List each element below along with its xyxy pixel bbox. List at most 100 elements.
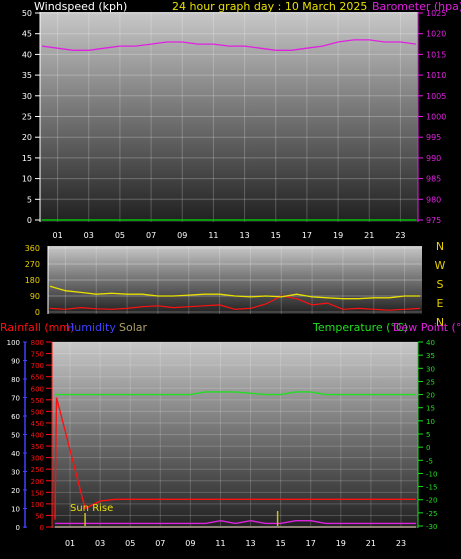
- rainfall-tick-label: 800: [31, 339, 44, 347]
- humidity-tick-label: 20: [11, 487, 20, 495]
- direction-tick-label: 0: [35, 308, 40, 317]
- direction-tick-label: 360: [25, 244, 40, 253]
- rainfall-tick-label: 50: [35, 512, 44, 520]
- windspeed-tick-label: 20: [22, 133, 32, 142]
- temperature-tick-label: -30: [426, 523, 437, 531]
- sunrise-annotation: Sun Rise: [70, 503, 113, 514]
- legend-humidity: Humidity: [66, 321, 116, 334]
- humidity-tick-label: 100: [7, 339, 20, 347]
- x-tick-label: 23: [395, 231, 405, 240]
- rainfall-tick-label: 250: [31, 466, 44, 474]
- temperature-tick-label: -10: [426, 470, 437, 478]
- temperature-tick-label: -15: [426, 484, 437, 492]
- wind-direction-axis-ticks: 0 90 180 270 360: [25, 244, 49, 317]
- direction-tick-label: 180: [25, 276, 40, 285]
- temperature-tick-label: 20: [426, 392, 435, 400]
- rainfall-tick-label: 650: [31, 374, 44, 382]
- windspeed-tick-label: 0: [27, 216, 32, 225]
- rainfall-tick-label: 400: [31, 432, 44, 440]
- x-tick-label: 21: [366, 539, 376, 548]
- rainfall-tick-label: 500: [31, 408, 44, 416]
- weather-charts: Windspeed (kph) 24 hour graph day : 10 M…: [0, 0, 461, 548]
- windspeed-tick-label: 40: [22, 50, 32, 59]
- x-tick-label: 03: [84, 231, 94, 240]
- compass-letter: E: [437, 297, 444, 310]
- barometer-tick-label: 1025: [426, 9, 446, 18]
- legend-rainfall: Rainfall (mm): [0, 321, 74, 334]
- compass-letter: W: [435, 259, 446, 272]
- compass-letter: S: [437, 278, 444, 291]
- windspeed-tick-label: 5: [27, 195, 32, 204]
- barometer-tick-label: 985: [426, 175, 441, 184]
- barometer-axis-title: Barometer (hpa): [372, 0, 461, 13]
- x-tick-label: 03: [95, 539, 105, 548]
- humidity-tick-label: 0: [16, 524, 20, 532]
- barometer-tick-label: 1005: [426, 92, 446, 101]
- x-tick-label: 07: [155, 539, 165, 548]
- temperature-axis-ticks: -30 -25 -20 -15 -10 -5 0 5 10 15 20 25 30 35 40: [417, 339, 437, 531]
- x-tick-label: 01: [65, 539, 75, 548]
- x-tick-label: 05: [125, 539, 135, 548]
- rainfall-tick-label: 0: [40, 524, 44, 532]
- humidity-tick-label: 50: [11, 432, 20, 440]
- humidity-tick-label: 60: [11, 413, 20, 421]
- compass-labels: NWSEN: [435, 240, 446, 329]
- humidity-tick-label: 80: [11, 376, 20, 384]
- panel-rain-temp-x-ticks: 01 03 05 07 09 11 13 15 17 19 21 23: [65, 539, 406, 548]
- rainfall-tick-label: 300: [31, 455, 44, 463]
- barometer-tick-label: 975: [426, 216, 441, 225]
- x-tick-label: 11: [215, 539, 225, 548]
- rainfall-tick-label: 450: [31, 420, 44, 428]
- weather-graph-page: Windspeed (kph) 24 hour graph day : 10 M…: [0, 0, 461, 555]
- rainfall-tick-label: 700: [31, 362, 44, 370]
- x-tick-label: 17: [302, 231, 312, 240]
- windspeed-tick-label: 35: [22, 71, 32, 80]
- compass-letter: N: [436, 240, 444, 253]
- panel-wind-baro-x-ticks: 01 03 05 07 09 11 13 15 17 19 21 23: [52, 231, 405, 240]
- rainfall-tick-label: 750: [31, 351, 44, 359]
- x-tick-label: 09: [177, 231, 187, 240]
- barometer-tick-label: 1015: [426, 50, 446, 59]
- barometer-tick-label: 990: [426, 154, 441, 163]
- legend-dew-point: Dew Point (°C): [393, 321, 461, 334]
- direction-tick-label: 270: [25, 260, 40, 269]
- chart-title: 24 hour graph day : 10 March 2025: [172, 0, 367, 13]
- x-tick-label: 01: [52, 231, 62, 240]
- x-tick-label: 19: [333, 231, 343, 240]
- humidity-tick-label: 10: [11, 506, 20, 514]
- rainfall-tick-label: 350: [31, 443, 44, 451]
- rainfall-tick-label: 150: [31, 489, 44, 497]
- temperature-tick-label: 30: [426, 365, 435, 373]
- x-tick-label: 17: [306, 539, 316, 548]
- windspeed-axis-title: Windspeed (kph): [34, 0, 127, 13]
- windspeed-tick-label: 15: [22, 154, 32, 163]
- x-tick-label: 07: [146, 231, 156, 240]
- x-tick-label: 21: [364, 231, 374, 240]
- temperature-tick-label: 35: [426, 352, 435, 360]
- humidity-tick-label: 90: [11, 358, 20, 366]
- barometer-tick-label: 1020: [426, 30, 446, 39]
- x-tick-label: 09: [185, 539, 195, 548]
- x-tick-label: 23: [396, 539, 406, 548]
- x-tick-label: 05: [115, 231, 125, 240]
- windspeed-tick-label: 25: [22, 113, 32, 122]
- x-tick-label: 19: [336, 539, 346, 548]
- x-tick-label: 13: [239, 231, 249, 240]
- barometer-tick-label: 1000: [426, 113, 446, 122]
- legend-solar: Solar: [119, 321, 148, 334]
- temperature-tick-label: 15: [426, 405, 435, 413]
- rainfall-tick-label: 200: [31, 478, 44, 486]
- humidity-tick-label: 40: [11, 450, 20, 458]
- rainfall-tick-label: 550: [31, 397, 44, 405]
- temperature-tick-label: -20: [426, 497, 437, 505]
- x-tick-label: 15: [271, 231, 281, 240]
- rainfall-axis-ticks: 0 50 100 150 200 250 300 350 400 450 500 550 600 650 7…: [31, 339, 53, 532]
- x-tick-label: 13: [245, 539, 255, 548]
- windspeed-axis-ticks: 0 5 10 15 20 25 30 35 40 45 50: [22, 9, 41, 225]
- direction-tick-label: 90: [30, 292, 40, 301]
- windspeed-tick-label: 50: [22, 9, 32, 18]
- barometer-tick-label: 980: [426, 195, 441, 204]
- humidity-tick-label: 70: [11, 395, 20, 403]
- temperature-tick-label: 0: [426, 444, 430, 452]
- x-tick-label: 11: [208, 231, 218, 240]
